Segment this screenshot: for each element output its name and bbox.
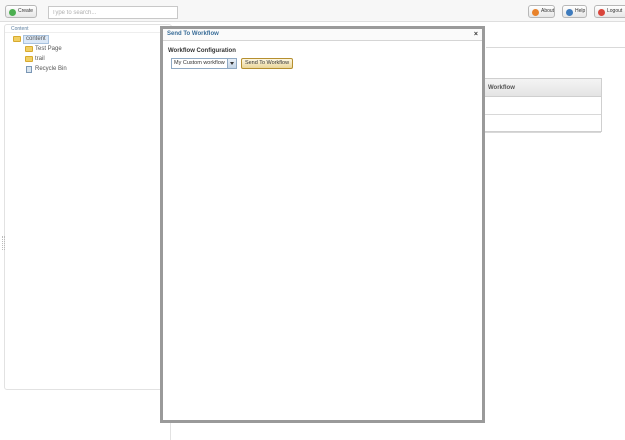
table-row bbox=[485, 115, 601, 133]
table-row bbox=[485, 97, 601, 115]
help-button-label: Help bbox=[575, 8, 586, 14]
tree-item-test-page[interactable]: Test Page bbox=[25, 45, 62, 54]
panel-resize-handle[interactable] bbox=[2, 236, 5, 250]
logout-icon bbox=[598, 8, 605, 16]
send-to-workflow-dialog: Send To Workflow × Workflow Configuratio… bbox=[160, 26, 485, 423]
send-to-workflow-button[interactable]: Send To Workflow bbox=[241, 58, 293, 69]
workflow-configuration-label: Workflow Configuration bbox=[168, 48, 236, 54]
tree-item-recycle-bin[interactable]: Recycle Bin bbox=[25, 65, 67, 74]
folder-icon bbox=[25, 46, 33, 52]
create-icon bbox=[9, 8, 16, 16]
workflow-select-value: My Custom workflow bbox=[174, 60, 225, 66]
tree-item-label: Test Page bbox=[35, 46, 62, 52]
tree-item-label: trail bbox=[35, 56, 45, 62]
content-tree-panel: Content content Test Page trail Recycle … bbox=[4, 24, 172, 390]
help-icon bbox=[566, 8, 573, 16]
about-button[interactable]: About bbox=[528, 5, 555, 18]
folder-icon bbox=[13, 36, 21, 42]
logout-button-label: Logout bbox=[607, 8, 623, 14]
about-button-label: About bbox=[541, 8, 555, 14]
background-tab-strip bbox=[486, 36, 625, 48]
workflow-column-header: Workflow bbox=[485, 79, 601, 97]
workflow-table: Workflow bbox=[484, 78, 602, 133]
tree-item-label: Recycle Bin bbox=[35, 66, 67, 72]
dialog-title-bar: Send To Workflow × bbox=[163, 29, 482, 41]
help-button[interactable]: Help bbox=[562, 5, 587, 18]
tree-item-content[interactable]: content bbox=[13, 35, 49, 44]
tree-header: Content bbox=[5, 25, 171, 33]
about-icon bbox=[532, 8, 539, 16]
top-toolbar: Create About Help Logout bbox=[0, 0, 625, 22]
close-icon[interactable]: × bbox=[474, 29, 478, 40]
recycle-bin-icon bbox=[26, 66, 32, 73]
chevron-down-icon[interactable] bbox=[227, 59, 236, 68]
search-input[interactable] bbox=[48, 6, 178, 19]
create-button[interactable]: Create bbox=[5, 5, 37, 18]
workflow-select[interactable]: My Custom workflow bbox=[171, 58, 237, 69]
tree-item-label: content bbox=[23, 35, 49, 44]
create-button-label: Create bbox=[18, 8, 34, 14]
folder-icon bbox=[25, 56, 33, 62]
workflow-controls-row: My Custom workflow Send To Workflow bbox=[168, 58, 477, 70]
dialog-body: Workflow Configuration My Custom workflo… bbox=[163, 41, 482, 77]
tree-item-trail[interactable]: trail bbox=[25, 55, 45, 64]
logout-button[interactable]: Logout bbox=[594, 5, 625, 18]
dialog-title: Send To Workflow bbox=[167, 31, 219, 37]
